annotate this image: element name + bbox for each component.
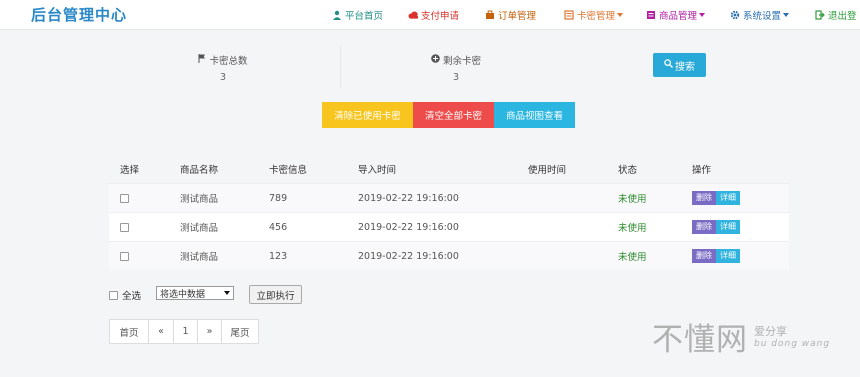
watermark-pinyin: bu dong wang	[754, 339, 831, 349]
table-header: 选择 商品名称 卡密信息 导入时间 使用时间 状态 操作	[109, 155, 789, 183]
watermark-main: 不懂网	[652, 322, 748, 358]
nav-item-label: 平台首页	[345, 11, 384, 22]
plus-circle-icon	[431, 54, 440, 66]
status-badge: 未使用	[618, 223, 647, 234]
cell-product-name: 测试商品	[180, 194, 219, 205]
stat-label: 卡密总数	[209, 56, 248, 67]
top-navbar: 后台管理中心 平台首页 支付申请 订单管理 卡密管理 商品管理 系统设置 退出登	[0, 0, 860, 30]
cell-product-name: 测试商品	[180, 223, 219, 234]
status-badge: 未使用	[618, 194, 647, 205]
clear-all-cards-button[interactable]: 清空全部卡密	[413, 102, 494, 128]
col-header-select: 选择	[120, 165, 140, 176]
page-first[interactable]: 首页	[109, 319, 149, 344]
nav-item-payment-request[interactable]: 支付申请	[408, 7, 459, 23]
delete-button[interactable]: 删除	[692, 191, 716, 205]
user-icon	[332, 10, 342, 20]
detail-button[interactable]: 详细	[716, 220, 740, 234]
cell-card-info: 789	[269, 192, 288, 204]
cards-table: 选择 商品名称 卡密信息 导入时间 使用时间 状态 操作 测试商品 789 20…	[109, 155, 789, 270]
select-all-label: 全选	[122, 291, 142, 302]
table-row: 测试商品 123 2019-02-22 19:16:00 未使用 删除 详细	[109, 241, 789, 270]
nav-item-platform-home[interactable]: 平台首页	[332, 7, 383, 23]
select-all-control[interactable]: 全选	[109, 286, 141, 304]
table-row: 测试商品 456 2019-02-22 19:16:00 未使用 删除 详细	[109, 212, 789, 241]
nav-item-label: 系统设置	[743, 11, 782, 22]
chevron-down-icon	[617, 13, 624, 17]
search-button[interactable]: 搜索	[653, 53, 706, 77]
nav-item-label: 卡密管理	[577, 11, 616, 22]
stat-value: 3	[219, 72, 227, 83]
card-icon	[564, 10, 574, 20]
nav-item-label: 商品管理	[659, 11, 698, 22]
button-label: 清除已使用卡密	[334, 111, 401, 122]
brand-title[interactable]: 后台管理中心	[31, 4, 127, 25]
grid-icon	[646, 10, 656, 20]
cloud-icon	[408, 10, 418, 20]
bulk-action-select[interactable]: 将选中数据	[156, 286, 234, 300]
page-next[interactable]: »	[197, 319, 222, 344]
page-prev[interactable]: «	[148, 319, 174, 344]
select-all-checkbox[interactable]	[109, 290, 118, 300]
col-header-status: 状态	[618, 165, 638, 176]
nav-item-label: 支付申请	[421, 11, 460, 22]
detail-button[interactable]: 详细	[716, 249, 740, 263]
nav-item-label: 订单管理	[498, 11, 537, 22]
briefcase-icon	[485, 10, 495, 20]
stats-divider	[340, 46, 341, 88]
nav-item-card-management[interactable]: 卡密管理	[564, 7, 624, 23]
cell-import-time: 2019-02-22 19:16:00	[358, 192, 459, 204]
view-by-product-button[interactable]: 商品视图查看	[494, 102, 575, 128]
search-button-label: 搜索	[675, 61, 695, 73]
button-label: 商品视图查看	[505, 111, 563, 122]
stat-value: 3	[452, 72, 460, 83]
pagination: 首页 « 1 » 尾页	[109, 319, 259, 344]
col-header-import-time: 导入时间	[358, 165, 397, 176]
col-header-use-time: 使用时间	[528, 165, 567, 176]
nav-item-system-settings[interactable]: 系统设置	[730, 7, 790, 23]
flag-icon	[198, 54, 206, 66]
col-header-actions: 操作	[692, 165, 712, 176]
page-last[interactable]: 尾页	[221, 319, 259, 344]
delete-button[interactable]: 删除	[692, 220, 716, 234]
page-current[interactable]: 1	[173, 319, 198, 344]
col-header-product-name: 商品名称	[180, 165, 219, 176]
cell-import-time: 2019-02-22 19:16:00	[358, 221, 459, 233]
row-checkbox[interactable]	[120, 251, 129, 261]
chevron-down-icon	[224, 291, 230, 295]
clear-used-cards-button[interactable]: 清除已使用卡密	[322, 102, 413, 128]
delete-button[interactable]: 删除	[692, 249, 716, 263]
search-icon	[664, 59, 673, 71]
site-watermark: 不懂网 爱分享 bu dong wang	[652, 320, 830, 360]
gear-icon	[730, 10, 740, 20]
row-checkbox[interactable]	[120, 193, 129, 203]
table-row: 测试商品 789 2019-02-22 19:16:00 未使用 删除 详细	[109, 183, 789, 212]
stat-label: 剩余卡密	[442, 56, 481, 67]
execute-button[interactable]: 立即执行	[249, 285, 302, 304]
cell-card-info: 123	[269, 250, 288, 262]
bulk-action-value: 将选中数据	[160, 289, 206, 300]
nav-item-logout[interactable]: 退出登	[815, 7, 857, 23]
stat-remaining-cards: 剩余卡密 3	[420, 53, 492, 83]
nav-item-label: 退出登	[828, 11, 857, 22]
detail-button[interactable]: 详细	[716, 191, 740, 205]
logout-icon	[815, 10, 825, 20]
cell-card-info: 456	[269, 221, 288, 233]
row-checkbox[interactable]	[120, 222, 129, 232]
status-badge: 未使用	[618, 252, 647, 263]
watermark-slogan: 爱分享	[754, 325, 787, 338]
chevron-down-icon	[783, 13, 790, 17]
col-header-card-info: 卡密信息	[269, 165, 308, 176]
button-label: 清空全部卡密	[424, 111, 482, 122]
stat-total-cards: 卡密总数 3	[190, 53, 256, 83]
nav-item-product-management[interactable]: 商品管理	[646, 7, 706, 23]
cell-product-name: 测试商品	[180, 252, 219, 263]
chevron-down-icon	[699, 13, 706, 17]
cell-import-time: 2019-02-22 19:16:00	[358, 250, 459, 262]
nav-item-order-management[interactable]: 订单管理	[485, 7, 536, 23]
